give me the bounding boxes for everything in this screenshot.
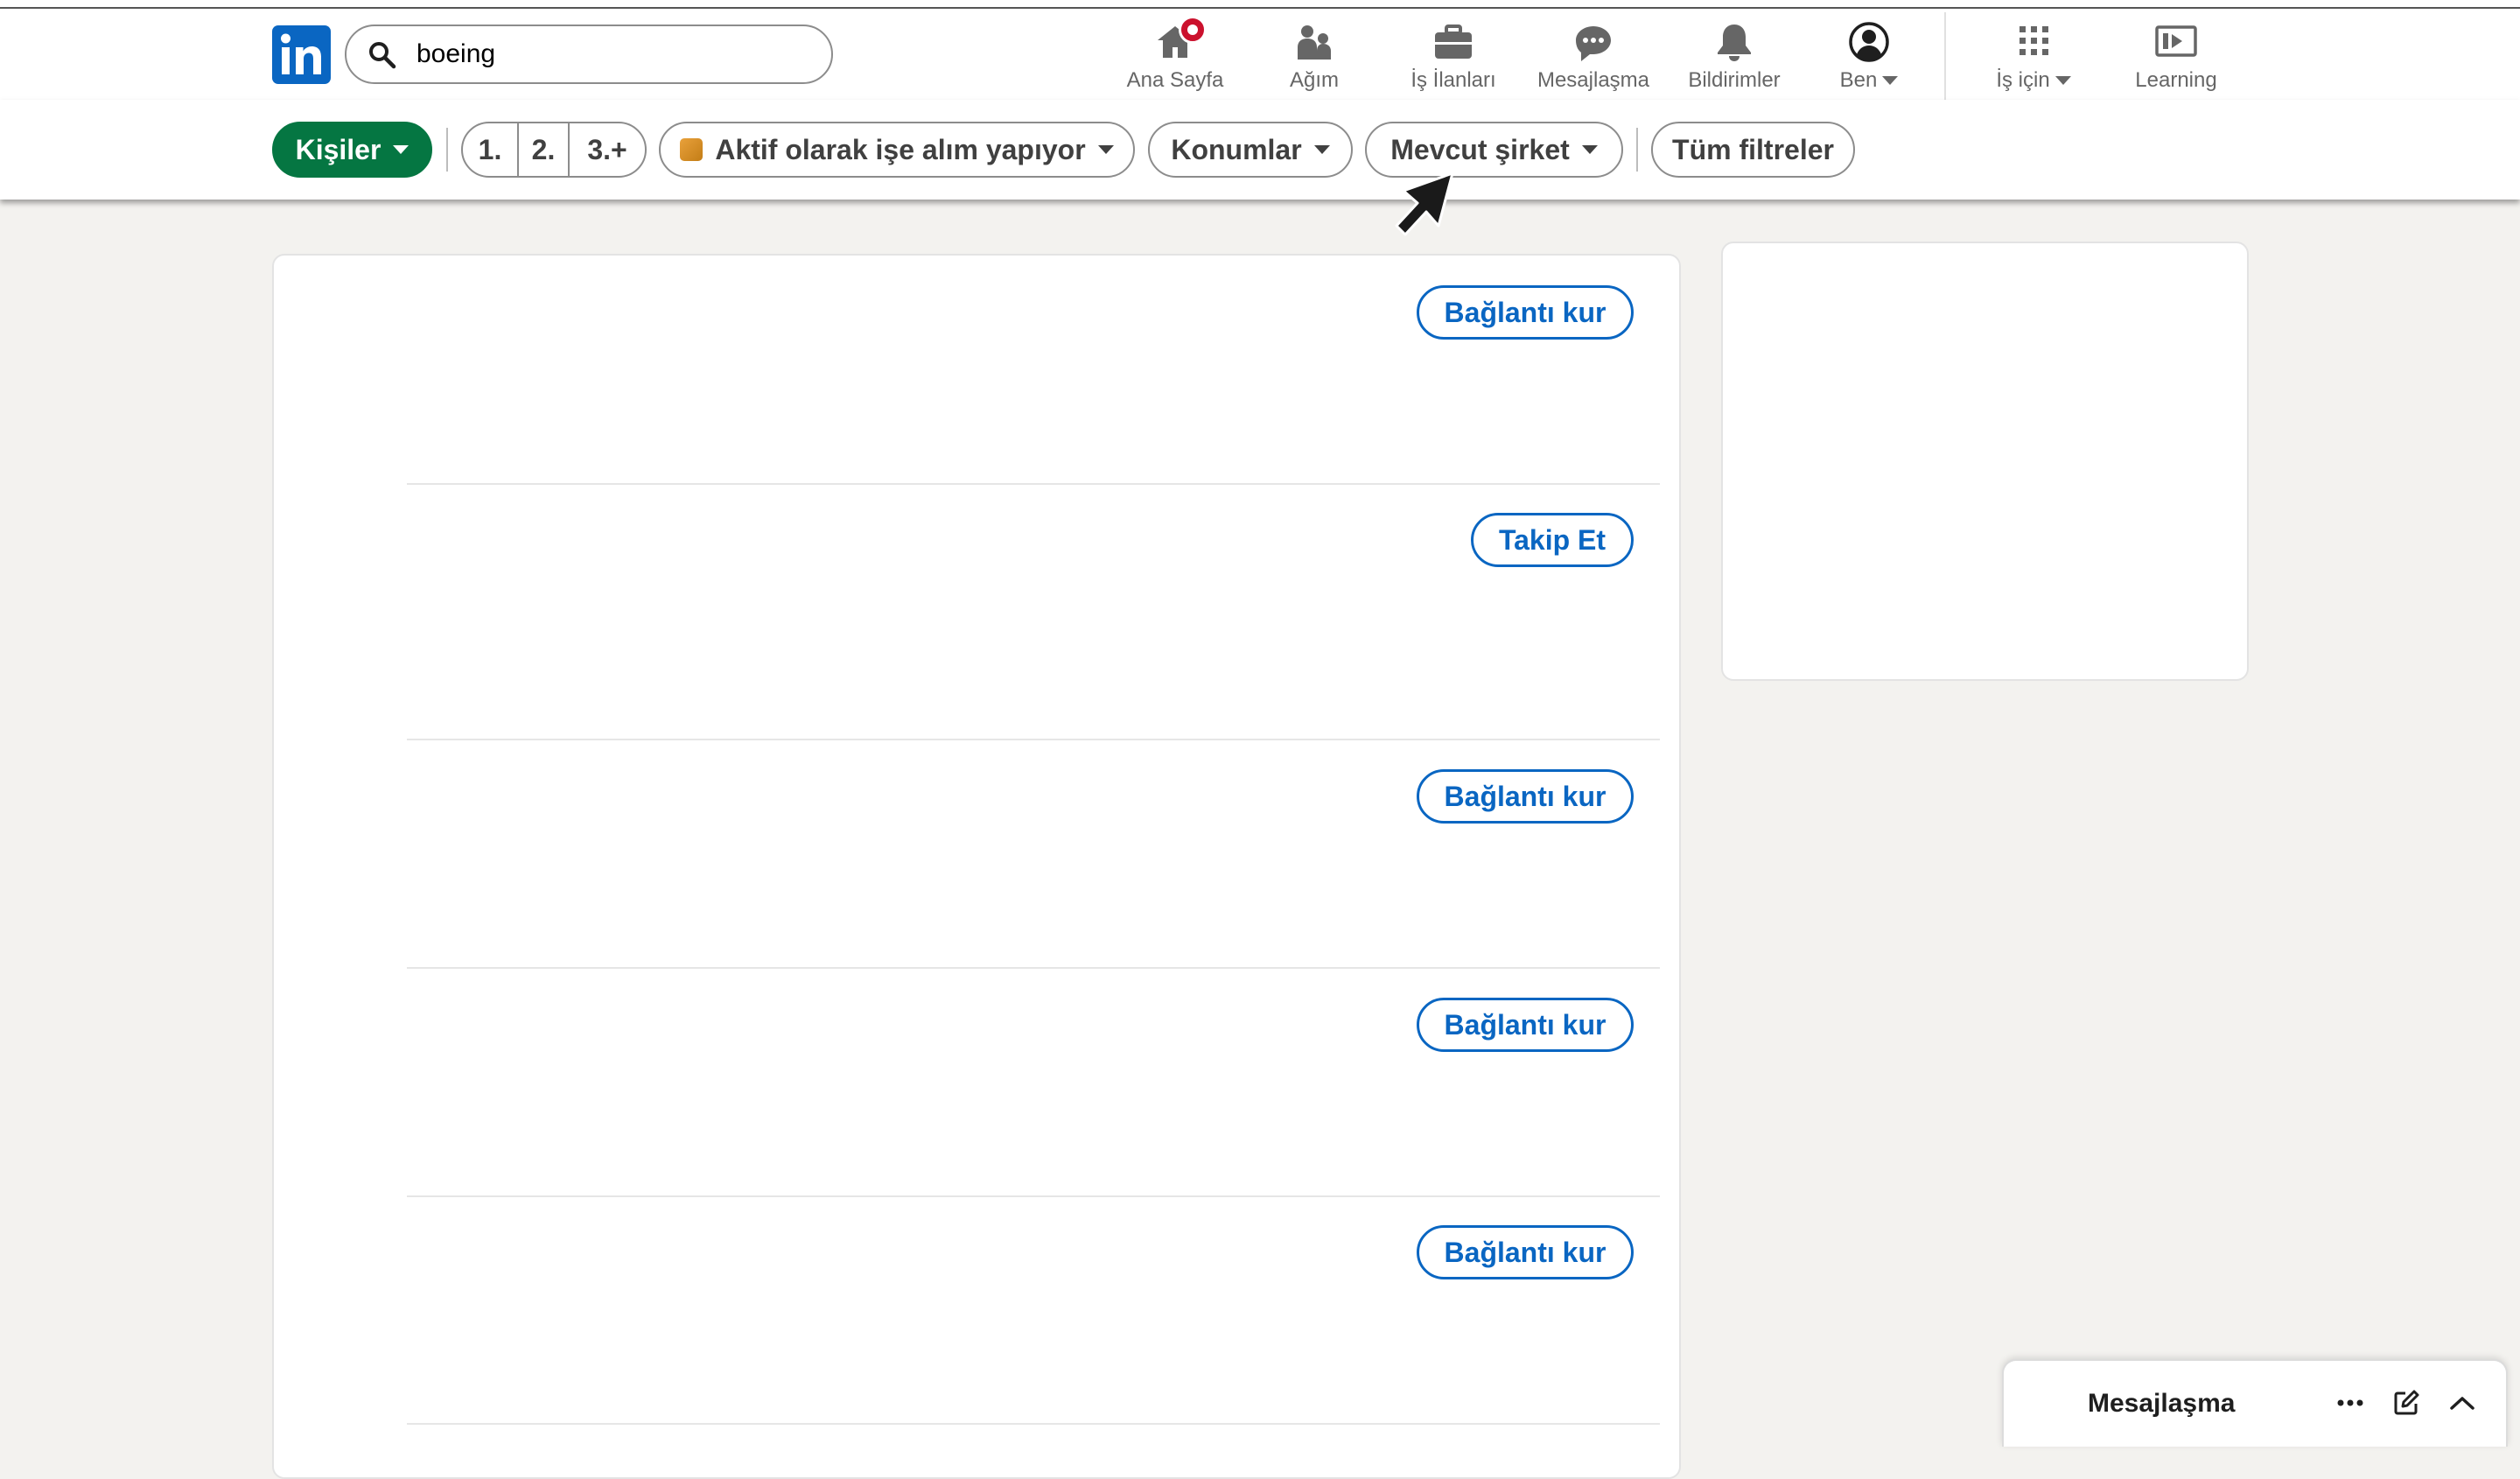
global-nav: Ana Sayfa Ağım İş İlanları	[0, 9, 2520, 101]
chevron-down-icon	[1097, 145, 1114, 154]
filter-divider	[446, 128, 448, 172]
nav-messaging[interactable]: Mesajlaşma	[1533, 16, 1654, 98]
messaging-dock-title: Mesajlaşma	[2088, 1389, 2236, 1418]
follow-button[interactable]: Takip Et	[1471, 513, 1634, 567]
nav-network-label: Ağım	[1289, 68, 1339, 92]
mouse-cursor	[1395, 172, 1454, 236]
apps-grid-icon	[2012, 21, 2054, 63]
connect-button[interactable]: Bağlantı kur	[1417, 998, 1634, 1052]
search-results-card: Bağlantı kur Takip Et Bağlantı kur Bağla…	[272, 254, 1681, 1479]
nav-learning-label: Learning	[2135, 68, 2217, 92]
connect-button[interactable]: Bağlantı kur	[1417, 1225, 1634, 1279]
hiring-badge-icon	[680, 138, 704, 161]
connection-degree-group: 1. 2. 3.+	[461, 122, 647, 178]
nav-business[interactable]: İş için	[1992, 16, 2076, 98]
notification-badge	[1179, 16, 1207, 44]
home-icon	[1154, 16, 1207, 63]
degree-1-button[interactable]: 1.	[463, 123, 519, 176]
window-top-edge	[0, 0, 2520, 9]
actively-hiring-label: Aktif olarak işe alım yapıyor	[715, 133, 1086, 165]
people-filter-button[interactable]: Kişiler	[272, 122, 432, 178]
nav-learning[interactable]: Learning	[2132, 16, 2220, 98]
briefcase-icon	[1432, 21, 1474, 63]
linkedin-logo[interactable]	[272, 25, 331, 84]
result-divider	[407, 967, 1660, 969]
nav-home-label: Ana Sayfa	[1126, 68, 1224, 92]
chevron-down-icon	[393, 145, 410, 154]
chevron-up-icon[interactable]	[2443, 1384, 2482, 1422]
network-icon	[1293, 21, 1335, 63]
result-divider	[407, 483, 1660, 485]
all-filters-label: Tüm filtreler	[1672, 133, 1834, 165]
user-avatar-icon	[1848, 21, 1890, 63]
chevron-down-icon	[1882, 76, 1899, 85]
result-divider	[407, 739, 1660, 740]
nav-home[interactable]: Ana Sayfa	[1122, 16, 1228, 98]
connect-button[interactable]: Bağlantı kur	[1417, 285, 1634, 340]
learning-icon	[2155, 21, 2197, 63]
search-box	[345, 25, 833, 84]
degree-2-button[interactable]: 2.	[519, 123, 570, 176]
nav-me[interactable]: Ben	[1838, 16, 1900, 98]
nav-me-label: Ben	[1839, 68, 1878, 92]
compose-icon[interactable]	[2387, 1384, 2426, 1422]
people-filter-label: Kişiler	[295, 133, 382, 165]
nav-network[interactable]: Ağım	[1279, 16, 1349, 98]
all-filters-button[interactable]: Tüm filtreler	[1651, 122, 1855, 178]
bell-icon	[1713, 21, 1755, 63]
nav-jobs-label: İş İlanları	[1410, 68, 1496, 92]
more-icon[interactable]	[2331, 1384, 2370, 1422]
chat-icon	[1572, 21, 1614, 63]
current-company-label: Mevcut şirket	[1390, 133, 1570, 165]
search-icon	[369, 42, 396, 69]
right-rail-card	[1721, 242, 2249, 681]
nav-notifications[interactable]: Bildirimler	[1680, 16, 1788, 98]
connect-button[interactable]: Bağlantı kur	[1417, 769, 1634, 824]
search-input[interactable]	[416, 35, 802, 74]
nav-business-label: İş için	[1996, 68, 2050, 92]
chevron-down-icon	[1313, 145, 1330, 154]
actively-hiring-filter[interactable]: Aktif olarak işe alım yapıyor	[659, 122, 1135, 178]
chevron-down-icon	[2054, 76, 2071, 85]
nav-divider	[1944, 12, 1946, 100]
result-divider	[407, 1195, 1660, 1197]
result-divider	[407, 1423, 1660, 1425]
search-filter-bar: Kişiler 1. 2. 3.+ Aktif olarak işe alım …	[0, 100, 2520, 200]
degree-3-button[interactable]: 3.+	[570, 123, 645, 176]
locations-filter[interactable]: Konumlar	[1148, 122, 1353, 178]
locations-label: Konumlar	[1171, 133, 1302, 165]
chevron-down-icon	[1581, 145, 1598, 154]
messaging-dock[interactable]: Mesajlaşma	[2002, 1359, 2508, 1447]
nav-messaging-label: Mesajlaşma	[1536, 68, 1650, 92]
current-company-filter[interactable]: Mevcut şirket	[1365, 122, 1623, 178]
nav-jobs[interactable]: İş İlanları	[1404, 16, 1502, 98]
filter-divider	[1636, 128, 1638, 172]
nav-notifications-label: Bildirimler	[1688, 68, 1781, 92]
